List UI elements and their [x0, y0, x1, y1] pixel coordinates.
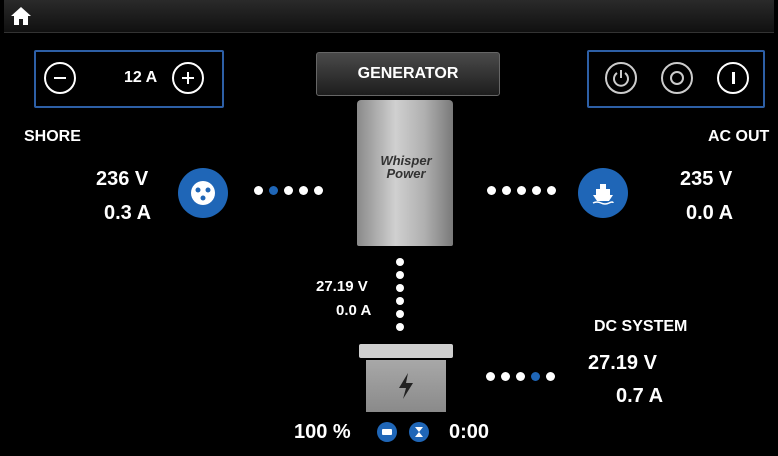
flow-dot [254, 186, 263, 195]
dc-system-label: DC SYSTEM [594, 318, 688, 335]
plus-icon [182, 72, 194, 84]
plus-button[interactable] [172, 62, 204, 94]
minus-button[interactable] [44, 62, 76, 94]
whisper-power-logo: Whisper Power [380, 153, 432, 181]
shore-label: SHORE [24, 128, 81, 145]
flow-dot [299, 186, 308, 195]
flow-dot [314, 186, 323, 195]
power-controls [587, 50, 765, 108]
ac-out-current: 0.0 A [686, 202, 734, 224]
gen-output-voltage: 27.19 V [316, 278, 368, 295]
battery-icon[interactable] [359, 344, 453, 412]
on-icon [732, 72, 735, 84]
on-button[interactable] [717, 62, 749, 94]
flow-dot [396, 284, 404, 292]
flow-dot [501, 372, 510, 381]
flow-dot [396, 271, 404, 279]
shore-plug-icon[interactable] [178, 168, 228, 218]
standby-button[interactable] [661, 62, 693, 94]
home-icon[interactable] [10, 5, 32, 27]
flow-dot [396, 323, 404, 331]
timer-icon [409, 422, 429, 442]
generator-image: Whisper Power [357, 100, 453, 246]
flow-dot [396, 258, 404, 266]
minus-icon [54, 77, 66, 79]
standby-icon [670, 71, 684, 85]
ac-out-label: AC OUT [708, 128, 770, 145]
app-frame: 12 A GENERATOR SHORE 236 V 0.3 A Whisper… [4, 0, 774, 456]
flow-dot [487, 186, 496, 195]
top-bar [4, 0, 774, 33]
flow-dot [532, 186, 541, 195]
shore-flow-dots [254, 186, 323, 195]
flow-dot [269, 186, 278, 195]
battery-time: 0:00 [449, 421, 490, 443]
boat-icon[interactable] [578, 168, 628, 218]
flow-dot [502, 186, 511, 195]
flow-dot [486, 372, 495, 381]
flow-dot [516, 372, 525, 381]
flow-dot [546, 372, 555, 381]
battery-status-icon [377, 422, 397, 442]
flow-dot [531, 372, 540, 381]
current-limit-control: 12 A [34, 50, 224, 108]
battery-top [359, 344, 453, 358]
battery-percent: 100 % [294, 421, 351, 443]
shore-voltage: 236 V [96, 168, 149, 190]
dc-system-current: 0.7 A [616, 385, 664, 407]
dc-flow-dots [486, 372, 555, 381]
gen-to-battery-dots [396, 258, 404, 331]
power-icon [613, 70, 629, 87]
flow-dot [396, 297, 404, 305]
flow-dot [517, 186, 526, 195]
flow-dot [284, 186, 293, 195]
dc-system-voltage: 27.19 V [588, 352, 657, 374]
flow-dot [396, 310, 404, 318]
ac-out-voltage: 235 V [680, 168, 733, 190]
shore-current: 0.3 A [104, 202, 152, 224]
current-limit-value: 12 A [124, 69, 158, 86]
power-button[interactable] [605, 62, 637, 94]
battery-body [366, 360, 446, 412]
ac-flow-dots [487, 186, 556, 195]
gen-output-current: 0.0 A [336, 302, 372, 319]
flow-dot [547, 186, 556, 195]
generator-button[interactable]: GENERATOR [316, 52, 500, 96]
